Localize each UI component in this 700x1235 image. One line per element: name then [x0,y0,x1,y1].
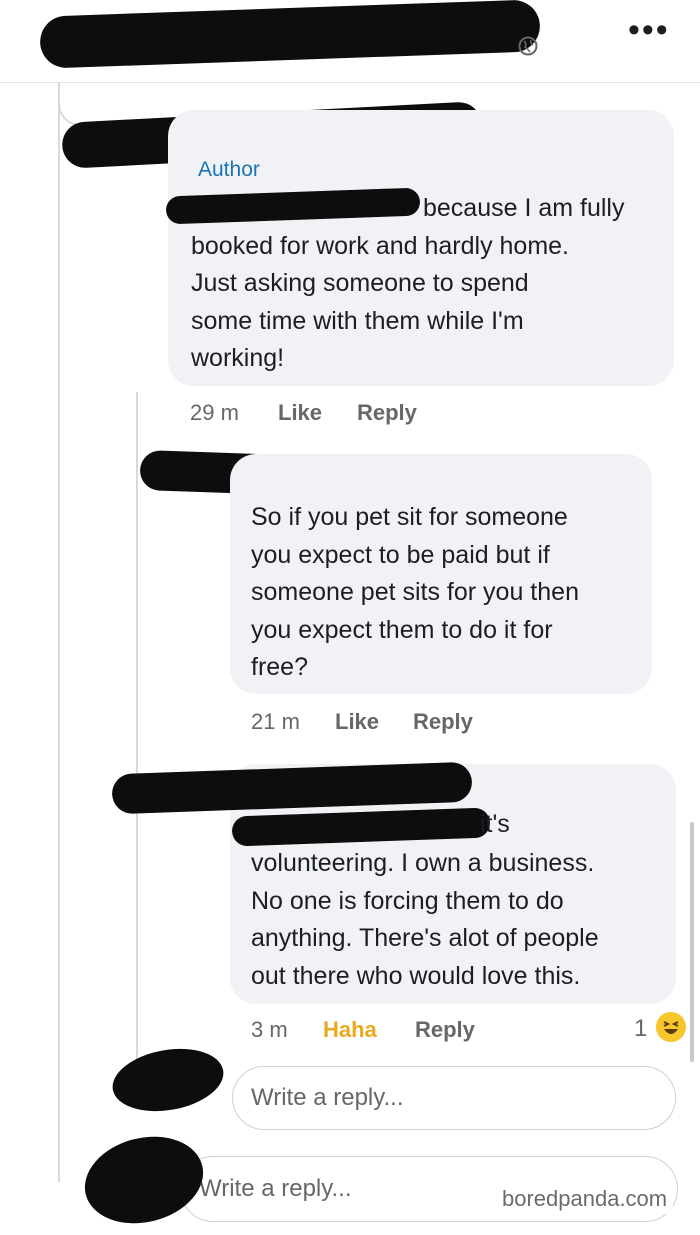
globe-icon [518,36,538,56]
comment-time: 3 m [251,1017,288,1042]
scrollbar[interactable] [690,822,694,1062]
comment-text-partial: it's [480,810,510,838]
haha-emoji-icon [656,1012,686,1042]
reply-button[interactable]: Reply [415,1017,475,1043]
thread-line [58,82,60,1182]
comment-text: because I am fully booked for work and h… [191,194,625,372]
reply-button[interactable]: Reply [357,400,417,426]
reply-button[interactable]: Reply [413,709,473,735]
comment-text: So if you pet sit for someone you expect… [251,503,579,681]
watermark: boredpanda.com [496,1184,674,1214]
thread-line [136,392,138,1102]
more-options-button[interactable]: ••• [628,13,670,47]
haha-reaction-button[interactable]: Haha [323,1017,377,1043]
comment-time: 21 m [251,709,300,734]
comment-time: 29 m [190,400,239,425]
author-badge: Author [198,158,260,181]
like-button[interactable]: Like [278,400,322,426]
redacted-avatar [107,1040,229,1120]
reply-input[interactable]: Write a reply... [232,1066,676,1130]
redacted-avatar [75,1124,213,1235]
like-button[interactable]: Like [335,709,379,735]
comment-text: volunteering. I own a business. No one i… [251,849,599,990]
reaction-count: 1 [634,1015,648,1042]
